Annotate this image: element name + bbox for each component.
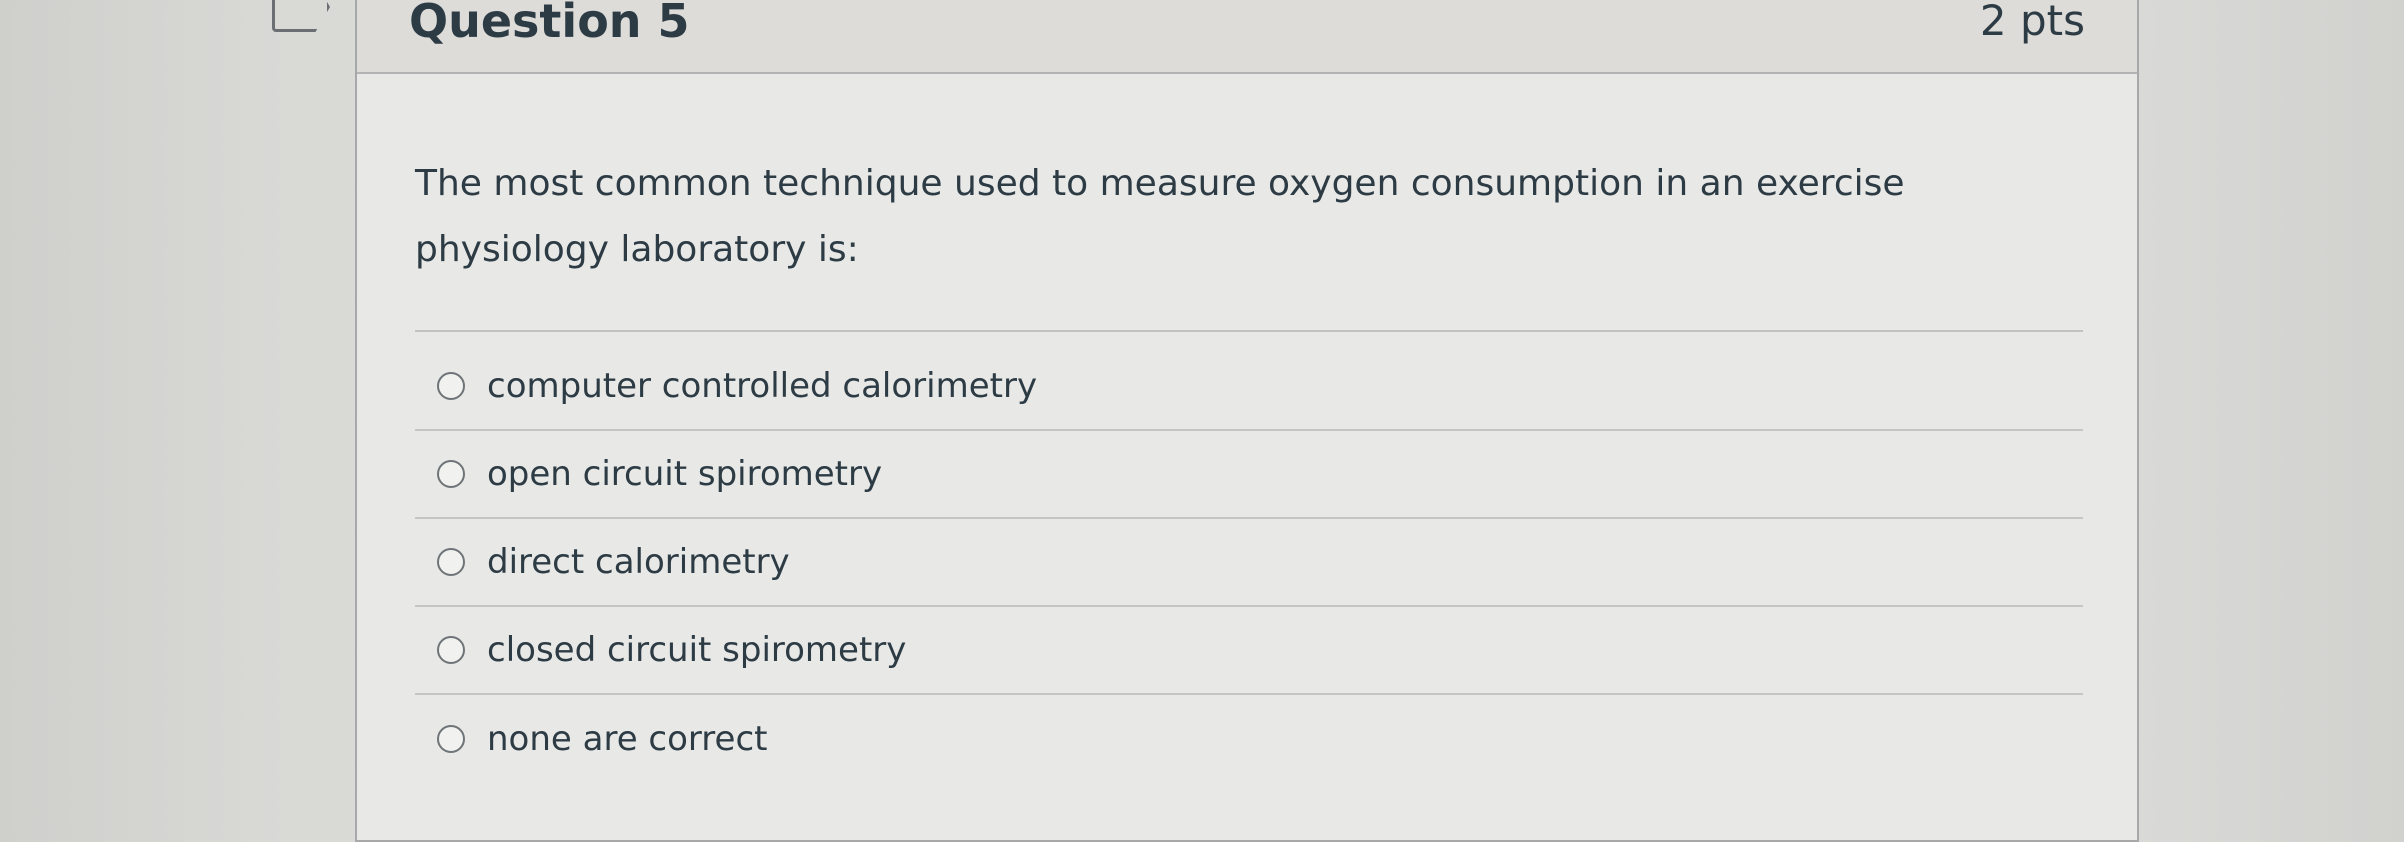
answer-option[interactable]: none are correct (415, 695, 2083, 783)
radio-button-icon[interactable] (437, 548, 465, 576)
question-text: The most common technique used to measur… (415, 163, 1905, 270)
answer-label[interactable]: none are correct (487, 717, 767, 761)
answer-label[interactable]: open circuit spirometry (487, 452, 882, 496)
answer-label[interactable]: direct calorimetry (487, 540, 790, 584)
question-title: Question 5 (409, 0, 690, 48)
answer-label[interactable]: closed circuit spirometry (487, 628, 906, 672)
question-points: 2 pts (1979, 0, 2085, 45)
radio-button-icon[interactable] (437, 460, 465, 488)
flag-icon[interactable] (272, 0, 330, 32)
radio-button-icon[interactable] (437, 636, 465, 664)
question-header: Question 5 2 pts (357, 0, 2137, 74)
radio-button-icon[interactable] (437, 372, 465, 400)
answer-option[interactable]: computer controlled calorimetry (415, 343, 2083, 431)
question-card: Question 5 2 pts The most common techniq… (355, 0, 2139, 842)
radio-button-icon[interactable] (437, 725, 465, 753)
answer-option[interactable]: closed circuit spirometry (415, 607, 2083, 695)
answer-label[interactable]: computer controlled calorimetry (487, 364, 1037, 408)
answer-option[interactable]: direct calorimetry (415, 519, 2083, 607)
answers-divider (415, 330, 2083, 332)
answer-list: computer controlled calorimetry open cir… (415, 343, 2083, 783)
answer-option[interactable]: open circuit spirometry (415, 431, 2083, 519)
